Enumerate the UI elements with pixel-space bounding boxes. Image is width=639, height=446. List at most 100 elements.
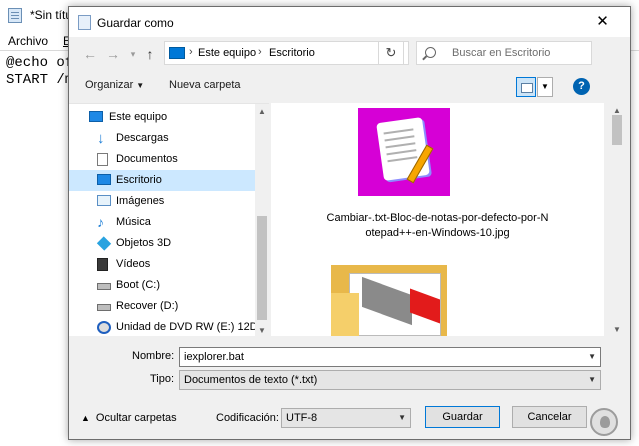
chevron-right-icon[interactable]: ›	[189, 46, 193, 58]
refresh-icon: ↻	[385, 45, 397, 60]
watermark-logo	[590, 408, 618, 436]
videos-icon	[97, 258, 108, 271]
scrollbar-thumb[interactable]	[612, 115, 622, 145]
nav-item-musica[interactable]: ♪ Música	[69, 212, 255, 233]
up-arrow-icon[interactable]: ↑	[141, 45, 159, 63]
nav-item-descargas[interactable]: ↓ Descargas	[69, 128, 255, 149]
filename-value: iexplorer.bat	[184, 351, 244, 363]
search-input[interactable]: Buscar en Escritorio	[416, 41, 592, 65]
editor-line: @echo of	[6, 55, 74, 71]
preview-shape	[362, 276, 412, 326]
file-list-pane[interactable]: Cambiar-.txt-Bloc-de-notas-por-defecto-p…	[271, 103, 604, 336]
editor-line: START /m	[6, 72, 74, 88]
scrollbar-thumb[interactable]	[257, 216, 267, 320]
chevron-down-icon: ▼	[588, 375, 596, 384]
view-options-icon[interactable]	[516, 77, 536, 97]
download-icon: ↓	[97, 130, 105, 147]
scroll-up-icon[interactable]: ▲	[613, 106, 621, 115]
type-label-text: Tipo:	[150, 373, 175, 385]
cancel-button[interactable]: Cancelar	[512, 406, 587, 428]
search-placeholder: Buscar en Escritorio	[452, 47, 551, 59]
nav-item-label: Descargas	[116, 132, 169, 144]
nav-item-label: Escritorio	[116, 174, 162, 186]
nav-item-este-equipo[interactable]: Este equipo	[69, 107, 255, 128]
organize-label: Organizar	[85, 79, 134, 91]
nav-item-dvd-drive[interactable]: Unidad de DVD RW (E:) 12DC1-	[69, 317, 255, 338]
filename-input[interactable]: iexplorer.bat ▼	[179, 347, 601, 367]
hide-folders-label: Ocultar carpetas	[95, 412, 177, 424]
nav-item-videos[interactable]: Vídeos	[69, 254, 255, 275]
file-thumbnail[interactable]	[358, 108, 450, 196]
nav-item-recover-d[interactable]: Recover (D:)	[69, 296, 255, 317]
encoding-label: Codificación:	[216, 412, 279, 424]
filename-label-text: Nombre:	[132, 350, 175, 362]
menu-file[interactable]: Archivo	[8, 34, 48, 48]
file-type-value: Documentos de texto (*.txt)	[184, 374, 318, 386]
navigation-pane: Este equipo ↓ Descargas Documentos Escri…	[69, 103, 269, 338]
nav-item-label: Este equipo	[109, 111, 168, 123]
breadcrumb-escritorio[interactable]: Escritorio	[269, 47, 315, 59]
notepad-icon	[8, 8, 22, 23]
file-type-select[interactable]: Documentos de texto (*.txt) ▼	[179, 370, 601, 390]
nav-item-label: Imágenes	[116, 195, 165, 207]
new-folder-button[interactable]: Nueva carpeta	[169, 79, 241, 91]
nav-item-label: Música	[116, 216, 151, 228]
drive-icon	[97, 283, 111, 290]
view-dropdown-icon[interactable]: ▼	[537, 77, 553, 97]
encoding-select[interactable]: UTF-8 ▼	[281, 408, 411, 428]
desktop-icon	[97, 174, 111, 185]
breadcrumb-este-equipo[interactable]: Este equipo	[198, 47, 256, 59]
scroll-down-icon[interactable]: ▼	[613, 325, 621, 334]
chevron-down-icon[interactable]: ▼	[588, 352, 596, 361]
nav-item-label: Boot (C:)	[116, 279, 161, 291]
chevron-right-icon[interactable]: ›	[258, 46, 262, 58]
nav-item-documentos[interactable]: Documentos	[69, 149, 255, 170]
address-bar[interactable]: › Este equipo › Escritorio ▾	[164, 41, 460, 65]
nav-item-label: Vídeos	[116, 258, 151, 270]
nav-item-label: Documentos	[116, 153, 178, 165]
notepad-title: *Sin títu	[30, 8, 73, 22]
organize-button[interactable]: Organizar ▼	[85, 79, 144, 91]
forward-arrow-icon[interactable]: →	[104, 45, 122, 63]
save-button[interactable]: Guardar	[425, 406, 500, 428]
back-arrow-icon[interactable]: ←	[81, 45, 99, 63]
pc-icon	[169, 47, 185, 59]
nav-item-label: Unidad de DVD RW (E:) 12DC1-	[116, 321, 255, 333]
music-icon: ♪	[97, 214, 104, 230]
help-icon[interactable]: ?	[573, 78, 590, 95]
file-list-scrollbar[interactable]: ▲ ▼	[604, 103, 630, 336]
type-label: Tipo:	[150, 373, 174, 385]
file-name[interactable]: Cambiar-.txt-Bloc-de-notas-por-defecto-p…	[281, 211, 594, 241]
folder-thumbnail[interactable]	[331, 265, 447, 336]
scroll-up-icon[interactable]: ▲	[258, 107, 266, 116]
hide-folders-button[interactable]: ▲ Ocultar carpetas	[81, 412, 177, 424]
dialog-title: Guardar como	[97, 16, 174, 30]
folder-front	[331, 293, 359, 336]
notepad-icon	[78, 15, 91, 30]
close-icon[interactable]: ✕	[575, 7, 630, 37]
refresh-button[interactable]: ↻	[378, 41, 404, 65]
file-name-line: otepad++-en-Windows-10.jpg	[365, 227, 510, 239]
filename-label: Nombre:	[132, 350, 174, 362]
search-icon	[425, 47, 436, 58]
drive-icon	[97, 304, 111, 311]
encoding-value: UTF-8	[286, 412, 318, 424]
save-as-dialog: Guardar como ✕ ← → ▾ ↑ › Este equipo › E…	[68, 6, 631, 440]
recent-dropdown-icon[interactable]: ▾	[124, 45, 142, 63]
file-name-line: Cambiar-.txt-Bloc-de-notas-por-defecto-p…	[326, 212, 549, 224]
chevron-up-icon: ▲	[81, 413, 90, 423]
folder-preview-image	[349, 273, 441, 336]
dialog-titlebar: Guardar como ✕	[69, 7, 630, 37]
nav-item-imagenes[interactable]: Imágenes	[69, 191, 255, 212]
navigation-scrollbar[interactable]: ▲ ▼	[255, 104, 269, 337]
scroll-down-icon[interactable]: ▼	[258, 326, 266, 335]
pc-icon	[89, 111, 103, 122]
3d-objects-icon	[96, 236, 112, 251]
dvd-drive-icon	[97, 321, 111, 334]
chevron-down-icon: ▼	[398, 413, 406, 422]
nav-item-label: Objetos 3D	[116, 237, 172, 249]
nav-item-escritorio[interactable]: Escritorio	[69, 170, 255, 191]
nav-item-boot-c[interactable]: Boot (C:)	[69, 275, 255, 296]
pictures-icon	[97, 195, 111, 206]
nav-item-objetos-3d[interactable]: Objetos 3D	[69, 233, 255, 254]
